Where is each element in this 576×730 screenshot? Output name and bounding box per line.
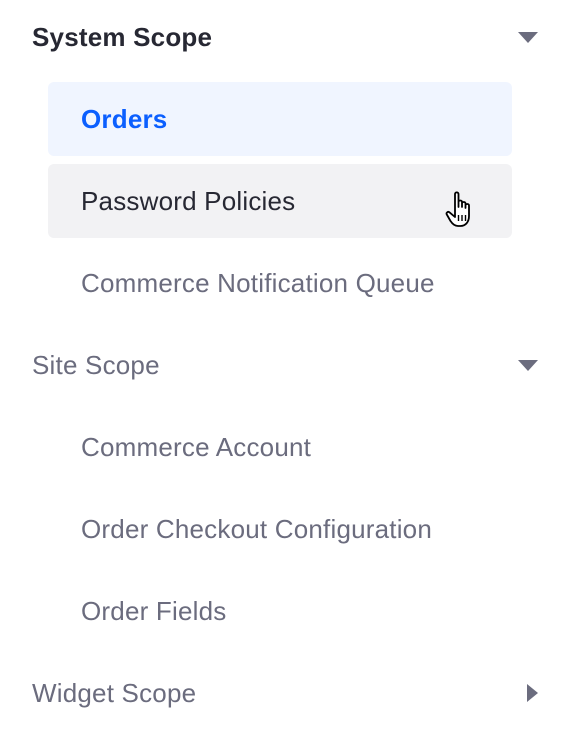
- scope-navigation-panel: System Scope Orders Password Policies Co…: [0, 0, 576, 730]
- section-header-system-scope[interactable]: System Scope: [32, 12, 544, 62]
- caret-down-icon: [518, 31, 538, 43]
- nav-item-label: Order Checkout Configuration: [81, 513, 433, 544]
- nav-item-label: Commerce Account: [81, 431, 312, 462]
- section-header-site-scope[interactable]: Site Scope: [32, 340, 544, 390]
- nav-item-label: Commerce Notification Queue: [81, 267, 435, 298]
- hand-pointer-cursor-icon: [445, 191, 470, 227]
- caret-right-icon: [527, 684, 538, 702]
- nav-item-label: Orders: [81, 103, 168, 134]
- caret-down-icon: [518, 359, 538, 371]
- section-title: System Scope: [32, 21, 213, 52]
- nav-item-orders[interactable]: Orders: [48, 82, 512, 156]
- nav-item-label: Password Policies: [81, 185, 296, 216]
- nav-item-order-checkout-configuration[interactable]: Order Checkout Configuration: [48, 492, 512, 566]
- section-title: Site Scope: [32, 349, 160, 380]
- nav-item-label: Order Fields: [81, 595, 227, 626]
- nav-item-commerce-notification-queue[interactable]: Commerce Notification Queue: [48, 246, 512, 320]
- nav-item-password-policies[interactable]: Password Policies: [48, 164, 512, 238]
- section-title: Widget Scope: [32, 677, 197, 708]
- nav-item-commerce-account[interactable]: Commerce Account: [48, 410, 512, 484]
- section-header-widget-scope[interactable]: Widget Scope: [32, 668, 544, 718]
- nav-item-order-fields[interactable]: Order Fields: [48, 574, 512, 648]
